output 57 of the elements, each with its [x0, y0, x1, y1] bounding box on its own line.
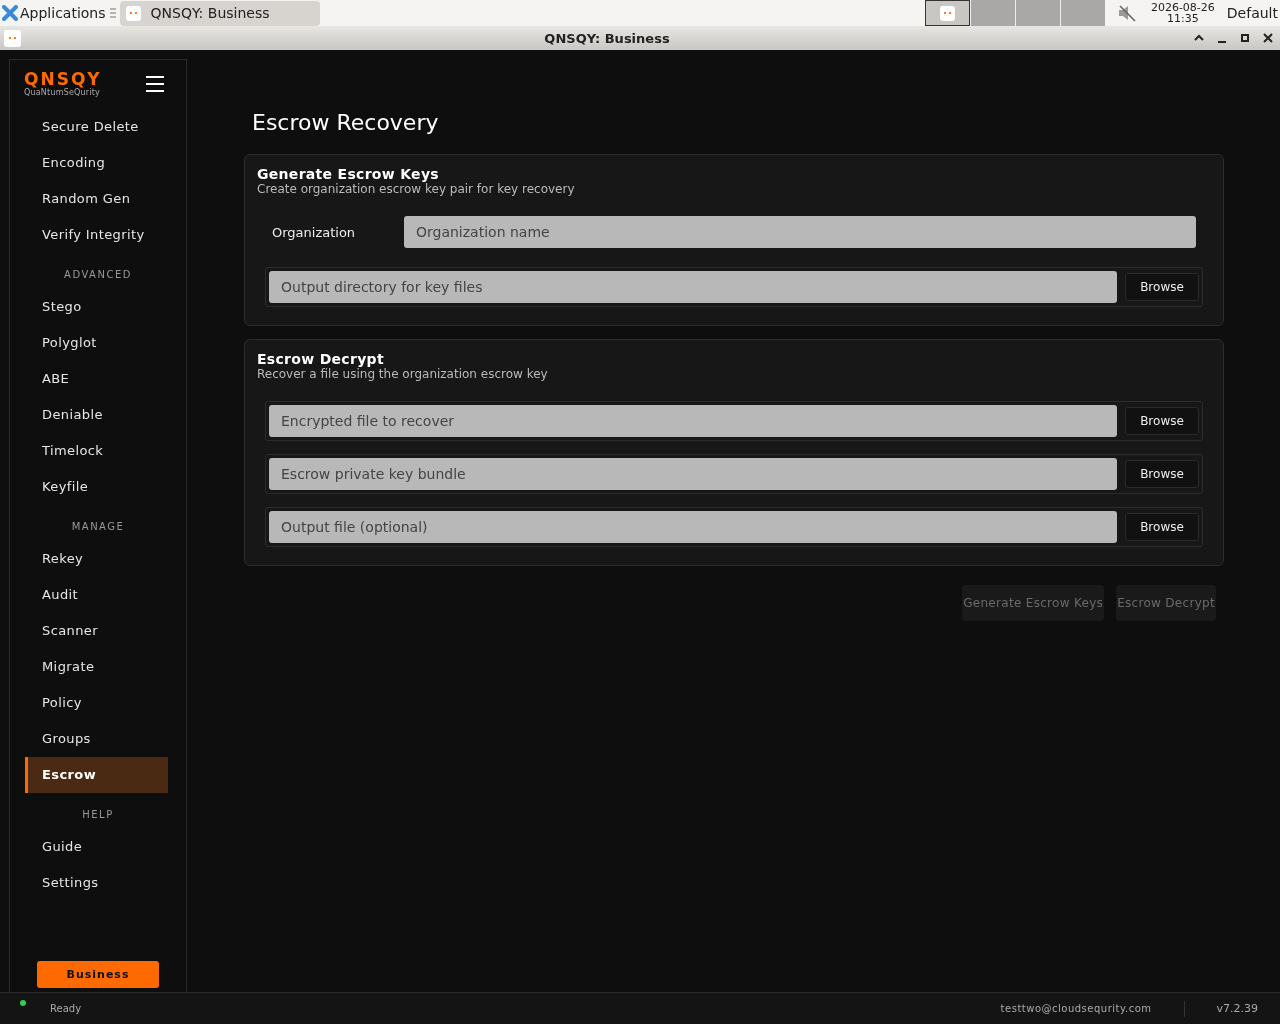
- input-field[interactable]: Escrow private key bundle: [269, 458, 1117, 490]
- nav-item[interactable]: Keyfile: [25, 469, 168, 505]
- browse-button[interactable]: Browse: [1125, 273, 1199, 301]
- nav-item[interactable]: Secure Delete: [25, 109, 168, 145]
- input-field[interactable]: Organization name: [404, 216, 1196, 248]
- browse-button[interactable]: Browse: [1125, 460, 1199, 488]
- card-subtitle: Recover a file using the organization escrow key: [256, 367, 549, 381]
- nav-item[interactable]: Guide: [25, 829, 168, 865]
- workspace-button[interactable]: [924, 0, 970, 26]
- taskbar-window-button[interactable]: QNSQY: Business: [119, 0, 320, 26]
- browse-button[interactable]: Browse: [1125, 513, 1199, 541]
- field-label: Organization: [272, 224, 357, 240]
- logo-wordmark: QNSQY: [24, 70, 102, 88]
- input-field[interactable]: Encrypted file to recover: [269, 405, 1117, 437]
- nav-item[interactable]: Rekey: [25, 541, 168, 577]
- maximize-icon[interactable]: [1239, 32, 1251, 44]
- nav-item[interactable]: ABE: [25, 361, 168, 397]
- browse-button[interactable]: Browse: [1125, 407, 1199, 435]
- section-heading: MANAGE: [70, 520, 126, 534]
- page-title: Escrow Recovery: [252, 110, 440, 135]
- edition-button[interactable]: Business: [37, 961, 159, 988]
- nav-item[interactable]: Audit: [25, 577, 168, 613]
- app-icon: [4, 29, 21, 47]
- app-icon: [125, 5, 141, 21]
- input-field[interactable]: Output file (optional): [269, 511, 1117, 543]
- nav-item[interactable]: Escrow: [25, 757, 168, 793]
- clock[interactable]: 2026-08-26 11:35: [1150, 2, 1215, 24]
- nav-item[interactable]: Deniable: [25, 397, 168, 433]
- nav-item[interactable]: Stego: [25, 289, 168, 325]
- window-title: QNSQY: Business: [543, 30, 671, 46]
- nav-item[interactable]: Timelock: [25, 433, 168, 469]
- separator-handle-icon: [109, 7, 116, 19]
- version-text: v7.2.39: [1216, 1002, 1258, 1015]
- applications-menu[interactable]: Applications: [0, 5, 108, 21]
- nav-item[interactable]: Settings: [25, 865, 168, 901]
- nav-item[interactable]: Random Gen: [25, 181, 168, 217]
- card-subtitle: Create organization escrow key pair for key recovery: [256, 182, 576, 196]
- close-icon[interactable]: [1262, 32, 1274, 44]
- section-heading: HELP: [81, 808, 115, 822]
- nav-item[interactable]: Polyglot: [25, 325, 168, 361]
- x-logo-icon: [2, 5, 18, 21]
- card-title: Generate Escrow Keys: [256, 166, 440, 182]
- nav-item[interactable]: Scanner: [25, 613, 168, 649]
- keyboard-layout[interactable]: Default: [1226, 5, 1278, 21]
- status-text: Ready: [50, 1003, 82, 1014]
- nav-item[interactable]: Migrate: [25, 649, 168, 685]
- menu-icon[interactable]: [145, 74, 165, 93]
- nav-item[interactable]: Verify Integrity: [25, 217, 168, 253]
- logo-tagline: QuaNtumSeQurity: [24, 88, 101, 97]
- user-email: testtwo@cloudsequrity.com: [1000, 1003, 1152, 1014]
- muted-speaker-icon[interactable]: [1116, 4, 1137, 22]
- section-heading: ADVANCED: [63, 268, 133, 282]
- card-title: Escrow Decrypt: [256, 351, 385, 367]
- nav-item[interactable]: Encoding: [25, 145, 168, 181]
- nav-item[interactable]: Groups: [25, 721, 168, 757]
- input-field[interactable]: Output directory for key files: [269, 271, 1117, 303]
- nav-item[interactable]: Policy: [25, 685, 168, 721]
